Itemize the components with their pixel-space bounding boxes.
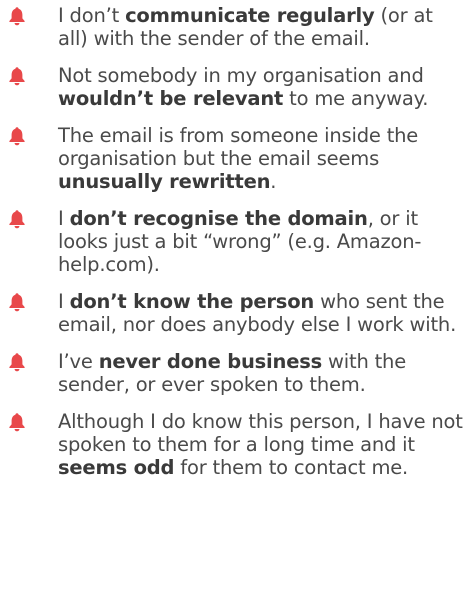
list-item: I don’t know the person who sent the ema… <box>0 290 473 336</box>
list-item: I don’t recognise the domain, or it look… <box>0 207 473 276</box>
bell-icon <box>8 209 26 229</box>
item-text-before: Not somebody in my organisation and <box>58 64 424 87</box>
item-text-bold: communicate regularly <box>125 4 375 27</box>
item-text-bold: don’t recognise the domain <box>69 207 368 230</box>
bell-icon <box>8 6 26 26</box>
bell-icon <box>8 352 26 372</box>
list-item: Although I do know this person, I have n… <box>0 410 473 479</box>
item-text-before: I don’t <box>58 4 126 27</box>
item-text-after: to me anyway. <box>283 87 429 110</box>
warning-signs-list: I don’t communicate regularly (or at all… <box>0 0 473 479</box>
item-text-bold: unusually rewritten <box>58 170 271 193</box>
item-text-bold: seems odd <box>58 456 175 479</box>
list-item: I’ve never done business with the sender… <box>0 350 473 396</box>
item-text-before: I’ve <box>58 350 99 373</box>
item-text-bold: don’t know the person <box>69 290 315 313</box>
item-text-before: I <box>58 290 70 313</box>
item-text-after: for them to contact me. <box>174 456 409 479</box>
item-text-bold: never done business <box>98 350 323 373</box>
bell-icon <box>8 292 26 312</box>
bell-icon <box>8 126 26 146</box>
item-text-bold: wouldn’t be relevant <box>58 87 284 110</box>
item-text-after: . <box>270 170 277 193</box>
list-item: Not somebody in my organisation and woul… <box>0 64 473 110</box>
bell-icon <box>8 66 26 86</box>
list-item: The email is from someone inside the org… <box>0 124 473 193</box>
bell-icon <box>8 412 26 432</box>
list-item: I don’t communicate regularly (or at all… <box>0 4 473 50</box>
item-text-before: The email is from someone inside the org… <box>58 124 419 170</box>
item-text-before: Although I do know this person, I have n… <box>58 410 463 456</box>
item-text-before: I <box>58 207 70 230</box>
